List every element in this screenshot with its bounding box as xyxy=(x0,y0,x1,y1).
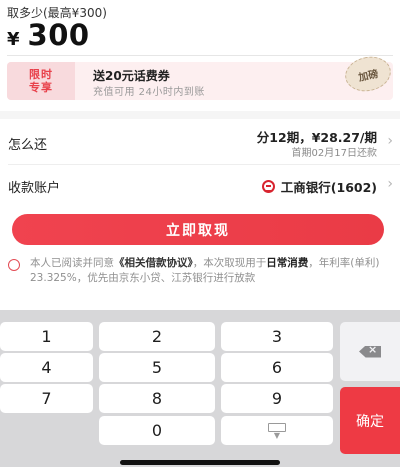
icbc-logo-icon xyxy=(261,180,275,193)
chevron-right-icon[interactable]: › xyxy=(387,133,393,149)
key-4[interactable]: 4 xyxy=(0,353,93,382)
key-8[interactable]: 8 xyxy=(99,384,215,413)
key-7[interactable]: 7 xyxy=(0,384,93,413)
loan-agreement-link[interactable]: 《相关借款协议》 xyxy=(114,257,193,269)
keyboard-hide-icon: ▼ xyxy=(268,422,286,439)
amount-underline xyxy=(7,55,393,56)
hide-keyboard-button[interactable]: ▼ xyxy=(221,416,333,445)
promo-title: 送20元话费券 xyxy=(93,69,170,83)
agreement-text: 本人已阅读并同意《相关借款协议》，本次取现用于日常消费，年利率(单利) 23.3… xyxy=(30,256,392,286)
agreement-checkbox[interactable] xyxy=(8,259,20,271)
backspace-icon: × xyxy=(359,345,381,358)
key-9[interactable]: 9 xyxy=(221,384,333,413)
key-2[interactable]: 2 xyxy=(99,322,215,351)
currency-symbol: ¥ xyxy=(7,29,20,50)
key-3[interactable]: 3 xyxy=(221,322,333,351)
key-1[interactable]: 1 xyxy=(0,322,93,351)
row-divider xyxy=(8,164,400,165)
key-0[interactable]: 0 xyxy=(99,416,215,445)
bonus-stamp-icon: 加磅 xyxy=(341,52,395,96)
home-indicator xyxy=(120,460,280,465)
loan-purpose-link[interactable]: 日常消费 xyxy=(266,257,308,269)
backspace-button[interactable]: × xyxy=(340,322,400,381)
withdraw-screen: 取多少(最高¥300) ¥ 300 限时 专享 送20元话费券 充值可用 24小… xyxy=(0,0,400,300)
confirm-button[interactable]: 确定 xyxy=(340,387,400,454)
bank-name: 工商银行(1602) xyxy=(280,180,377,195)
promo-banner[interactable]: 限时 专享 送20元话费券 充值可用 24小时内到账 加磅 xyxy=(7,52,395,100)
promo-subtitle: 充值可用 24小时内到账 xyxy=(93,87,205,98)
promo-tag: 限时 专享 xyxy=(7,62,75,100)
agreement-prefix: 本人已阅读并同意 xyxy=(30,257,114,269)
amount-input[interactable]: ¥ 300 xyxy=(7,18,90,52)
promo-tag-line1: 限时 xyxy=(29,68,53,81)
key-5[interactable]: 5 xyxy=(99,353,215,382)
key-6[interactable]: 6 xyxy=(221,353,333,382)
stamp-text: 加磅 xyxy=(357,68,380,84)
agreement-middle: ，本次取现用于 xyxy=(192,257,267,269)
repayment-label: 怎么还 xyxy=(8,138,48,153)
section-divider xyxy=(0,111,400,119)
amount-value: 300 xyxy=(27,18,90,52)
repayment-first-due: 首期02月17日还款 xyxy=(291,148,377,159)
numeric-keypad: 1 2 3 4 5 6 7 8 9 0 ▼ × 确定 xyxy=(0,310,400,467)
account-label: 收款账户 xyxy=(8,181,61,196)
bank-account-selector[interactable]: 工商银行(1602) xyxy=(261,177,377,196)
promo-tag-line2: 专享 xyxy=(29,81,53,94)
withdraw-now-button[interactable]: 立即取现 xyxy=(12,214,384,245)
chevron-right-icon[interactable]: › xyxy=(387,176,393,192)
